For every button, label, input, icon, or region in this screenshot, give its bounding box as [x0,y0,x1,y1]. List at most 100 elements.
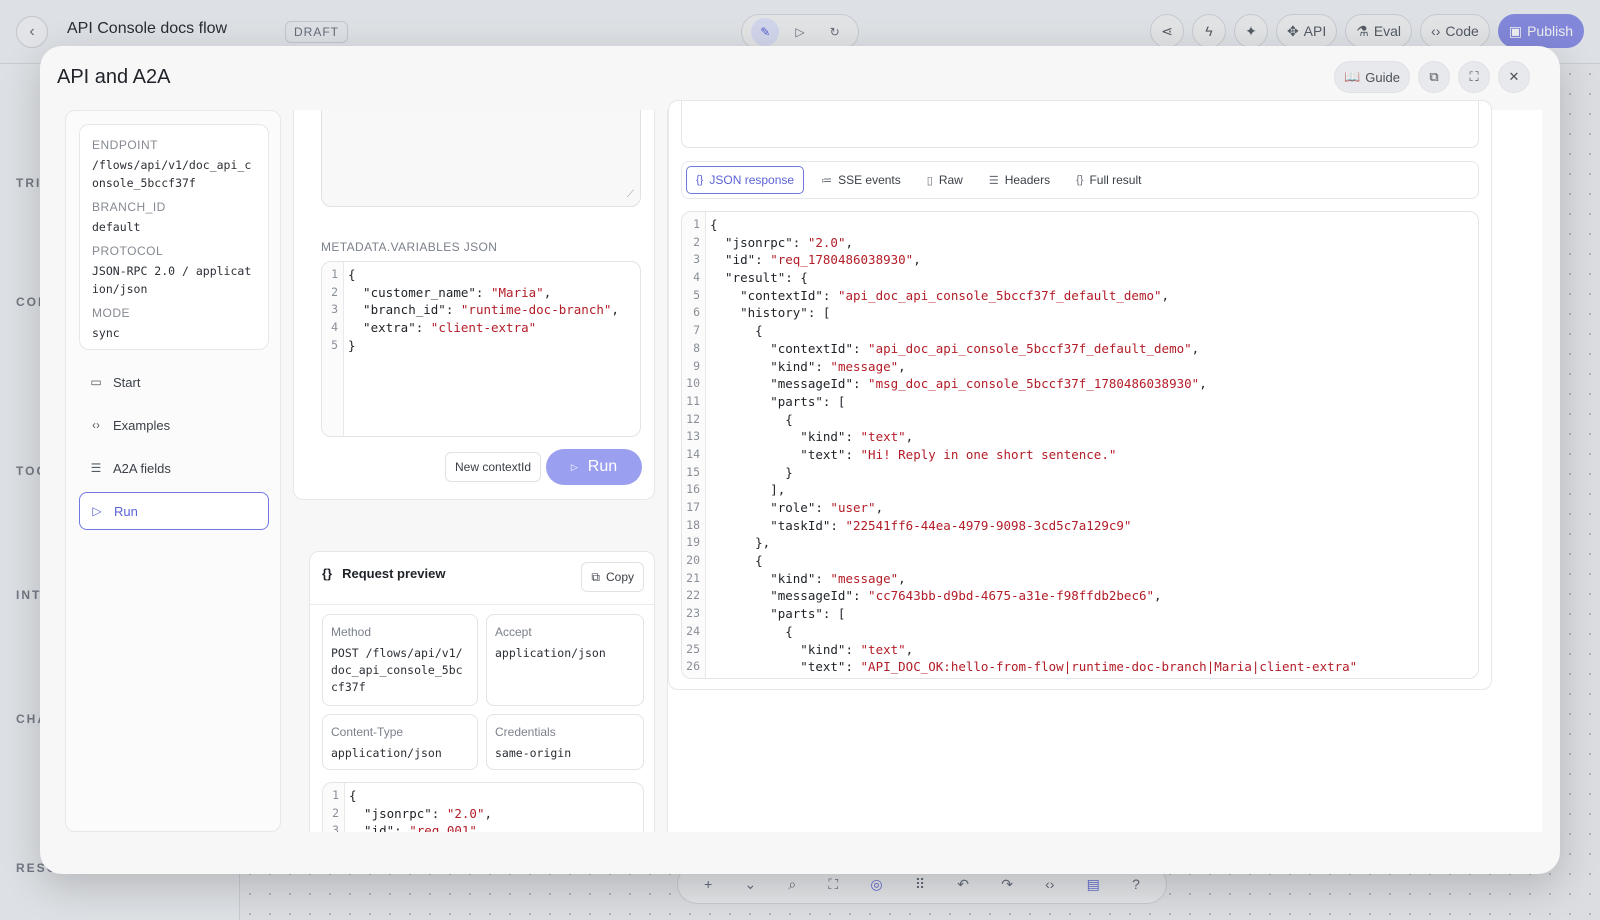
close-button[interactable]: ✕ [1498,61,1530,93]
line-number: 14 [686,446,700,461]
json-punct: { [710,553,763,569]
json-string: "api_doc_api_console_5bccf37f_default_de… [837,287,1162,303]
json-punct: "kind": [710,358,831,374]
code-line: "jsonrpc": "2.0", [710,234,1474,252]
copy-button[interactable]: ⧉ Copy [581,562,644,592]
line-number: 2 [332,805,339,820]
json-punct: "kind": [710,641,861,657]
code-line: "branch_id": "runtime-doc-branch", [348,301,636,319]
json-punct: "id": [349,823,410,832]
code-line: { [710,216,1474,234]
request-body: { "jsonrpc": "2.0", "id": "req_001", "me… [349,787,639,832]
play-icon: ▷ [92,504,102,518]
copy-icon: ⧉ [591,569,600,584]
json-string: "user" [830,500,876,515]
json-string: "api_doc_api_console_5bccf37f_default_de… [868,340,1192,356]
tab-sse-events[interactable]: ≔ SSE events [812,166,910,194]
tab-json-response[interactable]: {} JSON response [686,166,805,194]
json-punct: , [476,823,485,832]
line-number: 18 [686,517,700,532]
line-number: 7 [693,323,700,338]
line-number: 24 [686,623,700,638]
guide-button[interactable]: 📖 Guide [1334,61,1410,93]
metadata-code[interactable]: { "customer_name": "Maria", "branch_id":… [348,266,636,354]
code-line: "kind": "text", [710,641,1474,659]
response-card: {} JSON response ≔ SSE events ▯ Raw ☰ Header… [668,100,1492,690]
line-number: 13 [686,429,700,444]
code-line: "parts": [ [710,393,1474,411]
json-punct: "parts": [ [710,606,846,622]
code-line: "jsonrpc": "2.0", [349,805,639,823]
code-line: "parts": [ [710,605,1474,623]
json-punct: "contextId": [710,287,838,303]
list-icon: ☰ [90,461,102,475]
code-line: "kind": "message", [710,570,1474,588]
json-response-viewer[interactable]: 1 2 3 4 5 6 7 8 9 10 11 12 13 14 15 16 17 18 19 20 21 22 23 24 2… [681,211,1479,679]
json-string: "req_001" [409,823,477,832]
modal-actions: 📖 Guide ⧉ ⛶ ✕ [1334,61,1530,93]
json-punct: , [543,284,552,300]
resize-grip-icon[interactable]: ⟋ [627,189,634,200]
line-number: 15 [686,464,700,479]
protocol-value: JSON-RPC 2.0 / application/json [92,264,252,296]
endpoint-value: /flows/api/v1/doc_api_console_5bccf37f [92,158,252,190]
line-number: 25 [686,641,700,656]
json-punct: "id": [710,252,771,268]
fullscreen-button[interactable]: ⛶ [1458,61,1490,93]
tab-headers[interactable]: ☰ Headers [980,166,1059,194]
json-punct: "history": [ [710,305,831,321]
nav-item-start[interactable]: ▭ Start [79,363,269,401]
divider [310,604,654,605]
json-punct: } [710,464,793,480]
protocol-label: PROTOCOL [92,244,164,258]
line-number: 16 [686,482,700,497]
code-line: ], [710,481,1474,499]
book-icon: 📖 [1344,69,1361,84]
json-string: "API_DOC_OK:hello-from-flow|runtime-doc-… [860,659,1358,675]
duplicate-button[interactable]: ⧉ [1418,61,1450,93]
json-string: "Maria" [491,284,544,300]
code-line: "messageId": "msg_doc_api_console_5bccf3… [710,375,1474,393]
expand-icon: ⛶ [1469,69,1479,84]
tab-raw[interactable]: ▯ Raw [918,166,972,194]
nav-item-label: A2A fields [113,460,171,476]
json-string: "cc7643bb-d9bd-4675-a31e-f98ffdb2bec6" [868,588,1155,604]
json-string: "message" [830,358,899,374]
metadata-editor[interactable]: 1 2 3 4 5 { "customer_name": "Maria", "branc… [321,261,641,437]
nav-item-run[interactable]: ▷ Run [79,492,269,530]
stream-icon: ≔ [821,174,833,187]
json-string: "Hi! Reply in one short sentence." [860,446,1117,462]
line-number: 1 [331,267,338,281]
tab-full-result[interactable]: {} Full result [1067,166,1150,194]
mode-value: sync [92,326,120,340]
json-punct: "customer_name": [348,284,491,300]
api-a2a-modal: API and A2A 📖 Guide ⧉ ⛶ ✕ ENDPOINT /flows… [40,46,1560,874]
play-icon: ▷ [570,461,578,472]
code-line: "role": "user", [710,499,1474,517]
json-string: "runtime-doc-branch" [460,302,612,318]
code-line: "kind": "message", [710,358,1474,376]
code-line: } [710,464,1474,482]
line-number: 19 [686,535,700,550]
nav-item-examples[interactable]: ‹› Examples [79,406,269,444]
message-textarea[interactable]: ⟋ [321,110,641,207]
run-form-card: ⟋ METADATA.VARIABLES JSON 1 2 3 4 5 { "custo… [293,110,655,500]
json-punct: , [913,252,921,268]
code-line: "text": "Hi! Reply in one short sentence… [710,446,1474,464]
nav-item-a2a-fields[interactable]: ☰ A2A fields [79,449,269,487]
json-punct: "role": [710,500,831,515]
line-number: 6 [693,305,700,320]
line-numbers: 12345 [323,783,345,832]
json-string: "text" [860,641,906,657]
line-number: 9 [693,358,700,373]
json-punct: "text": [710,446,861,462]
json-punct: , [484,805,493,821]
new-context-button[interactable]: New contextId [445,452,542,482]
response-input-area [681,101,1479,148]
method-field: Method POST /flows/api/v1/doc_api_consol… [322,614,478,706]
run-button[interactable]: ▷ Run [546,449,642,485]
json-response-code[interactable]: { "jsonrpc": "2.0", "id": "req_178048603… [710,216,1474,676]
code-line: { [348,266,636,284]
code-line: { [710,411,1474,429]
json-punct: { [349,788,357,803]
